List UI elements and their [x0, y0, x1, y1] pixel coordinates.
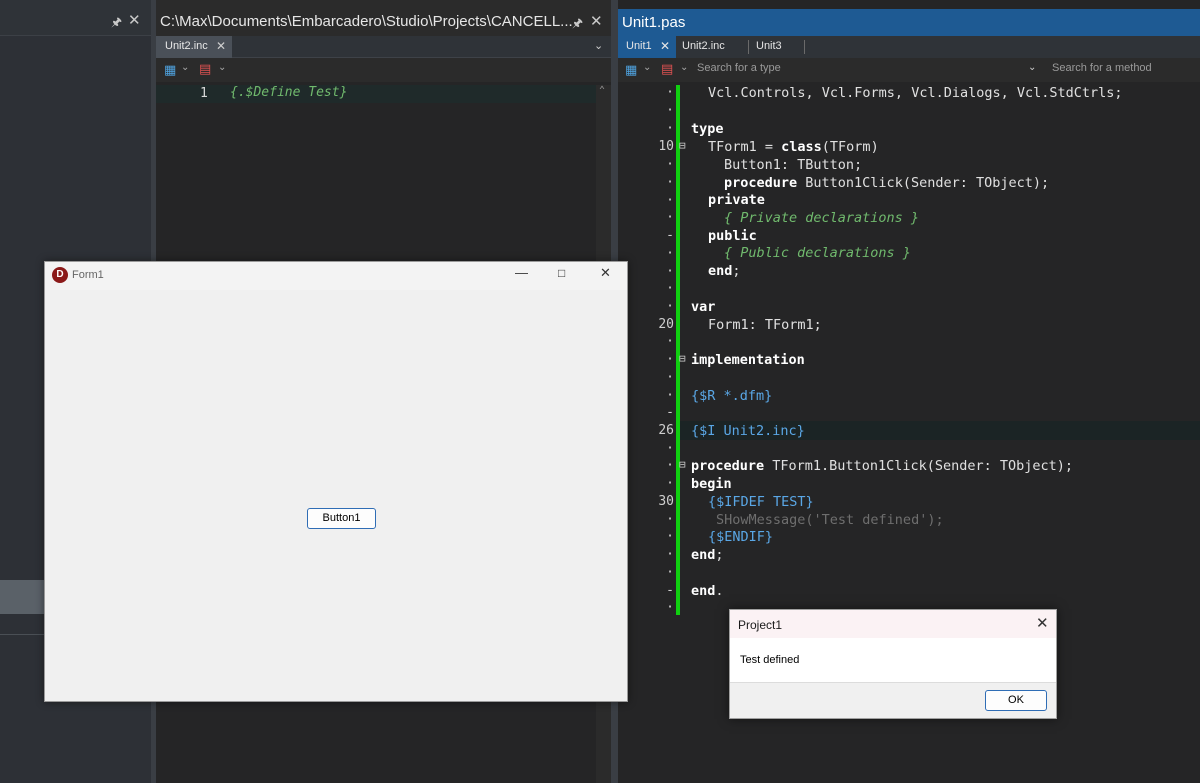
code-line: private — [708, 192, 765, 208]
code-line: {$ENDIF} — [708, 529, 774, 545]
current-line-highlight — [156, 85, 596, 103]
code-line: public — [708, 228, 757, 244]
line-number: 10 — [658, 139, 674, 154]
main-editor-title: Unit1.pas — [622, 14, 686, 31]
dialog-titlebar[interactable]: Project1 ✕ — [730, 610, 1056, 638]
gutter-dot: · — [666, 175, 674, 190]
button1[interactable]: Button1 — [307, 508, 376, 529]
gutter-dot: · — [666, 193, 674, 208]
code-line: type — [691, 121, 724, 137]
close-icon[interactable]: ✕ — [600, 265, 611, 281]
form1-window: D Form1 — □ ✕ Button1 — [44, 261, 628, 702]
delphi-logo-icon: D — [52, 267, 68, 283]
tab-unit2-inc[interactable]: Unit2.inc — [674, 36, 750, 58]
include-editor-title: C:\Max\Documents\Embarcadero\Studio\Proj… — [160, 13, 573, 30]
ok-button[interactable]: OK — [985, 690, 1047, 711]
code-line: begin — [691, 476, 732, 492]
close-icon[interactable]: ✕ — [590, 12, 603, 30]
main-editor-titlebar: Unit1.pas — [618, 9, 1200, 36]
pin-icon[interactable]: 🖈 — [111, 13, 122, 34]
structure-view-icon[interactable]: ▦ — [625, 62, 637, 78]
close-icon[interactable]: ✕ — [1036, 614, 1049, 632]
tab-label: Unit2.inc — [682, 40, 725, 52]
gutter-dot: · — [666, 246, 674, 261]
chevron-up-icon[interactable]: ⌃ — [599, 85, 605, 96]
code-line: { Private declarations } — [724, 210, 920, 226]
close-tab-icon[interactable]: ✕ — [216, 39, 226, 53]
pin-icon[interactable]: 🖈 — [572, 14, 583, 35]
message-dialog: Project1 ✕ Test defined OK — [729, 609, 1057, 719]
close-icon[interactable]: ✕ — [128, 11, 141, 29]
gutter-dot: · — [666, 121, 674, 136]
tab-unit3[interactable]: Unit3 — [748, 36, 804, 58]
main-tabbar: Unit1 ✕ Unit2.inc Unit3 — [618, 36, 1200, 58]
code-line: {$R *.dfm} — [691, 388, 773, 404]
form1-titlebar[interactable]: D Form1 — □ ✕ — [45, 262, 627, 290]
form1-title: Form1 — [72, 269, 104, 281]
gutter-dot: · — [666, 85, 674, 100]
code-line: TForm1 = class(TForm) — [708, 139, 879, 155]
code-line: end. — [691, 583, 724, 599]
chevron-down-icon[interactable]: ⌄ — [181, 62, 189, 73]
chevron-down-icon[interactable]: ⌄ — [594, 39, 603, 52]
chevron-down-icon[interactable]: ⌄ — [680, 62, 688, 73]
code-line: end; — [708, 263, 741, 279]
code-line: {$I Unit2.inc} — [691, 423, 805, 439]
tab-label: Unit2.inc — [165, 40, 208, 52]
dialog-message: Test defined — [740, 654, 800, 666]
modified-lines-bar — [676, 85, 680, 615]
dialog-title: Project1 — [738, 618, 783, 632]
code-line: Vcl.Controls, Vcl.Forms, Vcl.Dialogs, Vc… — [708, 85, 1123, 101]
code-line: Form1: TForm1; — [708, 317, 822, 333]
code-line: implementation — [691, 352, 805, 368]
line-number: 1 — [200, 86, 208, 101]
fold-icon[interactable]: ⊟ — [679, 139, 686, 152]
tab-label: Unit1 — [626, 40, 652, 52]
code-line: procedure Button1Click(Sender: TObject); — [724, 175, 1050, 191]
close-tab-icon[interactable]: ✕ — [660, 39, 670, 53]
tab-divider — [804, 40, 805, 54]
dialog-footer: OK — [730, 682, 1056, 718]
code-line: {.$Define Test} — [230, 85, 348, 100]
method-search-input[interactable]: Search for a method — [1052, 62, 1152, 74]
chevron-down-icon[interactable]: ⌄ — [643, 62, 651, 73]
chevron-down-icon[interactable]: ⌄ — [218, 62, 226, 73]
code-line: procedure TForm1.Button1Click(Sender: TO… — [691, 458, 1074, 474]
gutter-dot: · — [666, 103, 674, 118]
structure-view-icon[interactable]: ▦ — [164, 62, 176, 78]
main-toolbar: ▦ ⌄ ▤ ⌄ Search for a type ⌄ Search for a… — [618, 58, 1200, 82]
code-line: {$IFDEF TEST} — [708, 494, 814, 510]
gutter-dash: - — [666, 228, 674, 243]
tab-unit1[interactable]: Unit1 ✕ — [618, 36, 676, 58]
bookmark-icon[interactable]: ▤ — [199, 61, 211, 77]
include-toolbar: ▦ ⌄ ▤ ⌄ — [156, 58, 611, 82]
gutter-dot: · — [666, 210, 674, 225]
gutter-dot: · — [666, 157, 674, 172]
code-line: Button1: TButton; — [724, 157, 863, 173]
type-search-input[interactable]: Search for a type — [697, 62, 781, 74]
maximize-icon[interactable]: □ — [558, 266, 565, 280]
code-line: SHowMessage('Test defined'); — [716, 512, 944, 528]
tab-label: Unit3 — [756, 40, 782, 52]
include-tabbar: Unit2.inc ✕ ⌄ — [156, 36, 611, 58]
fold-icon[interactable]: ⊟ — [679, 458, 686, 471]
code-line: end; — [691, 547, 724, 563]
code-line: var — [691, 299, 716, 315]
minimize-icon[interactable]: — — [515, 265, 528, 280]
fold-icon[interactable]: ⊟ — [679, 352, 686, 365]
bookmark-icon[interactable]: ▤ — [661, 61, 673, 77]
chevron-down-icon[interactable]: ⌄ — [1028, 62, 1036, 73]
code-line: { Public declarations } — [724, 245, 911, 261]
